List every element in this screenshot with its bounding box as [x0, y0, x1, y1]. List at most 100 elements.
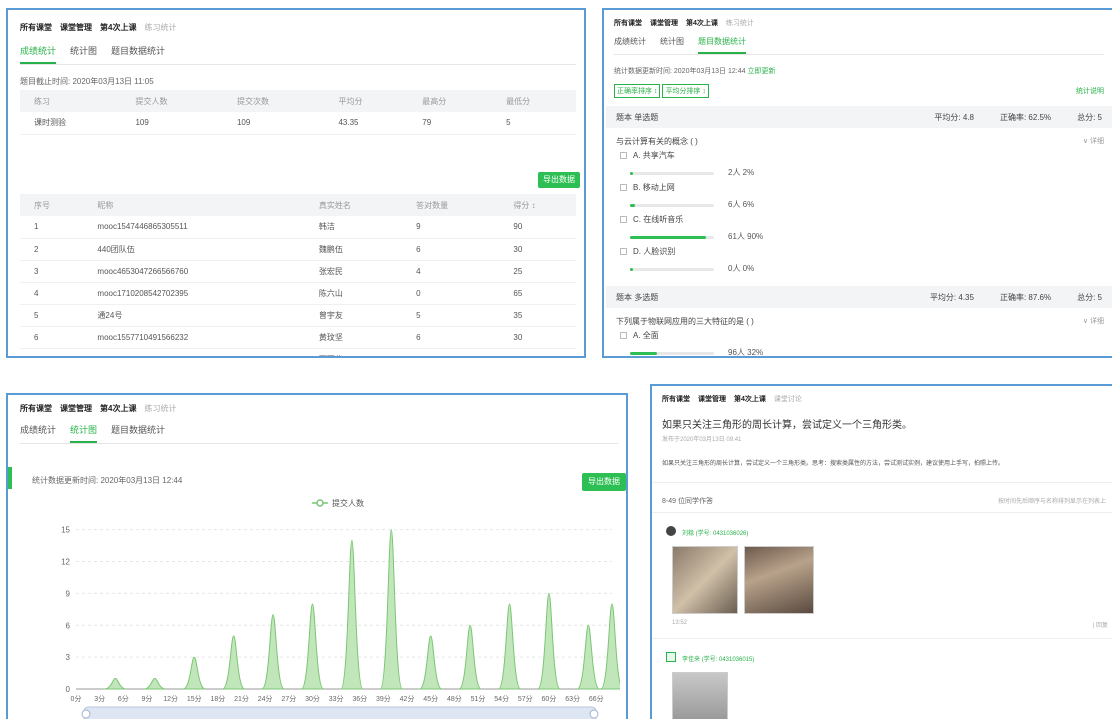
tab-score-stats[interactable]: 成绩统计 — [20, 423, 56, 443]
crumb-lesson[interactable]: 第4次上课 — [100, 403, 136, 414]
tab-chart[interactable]: 统计图 — [70, 44, 97, 64]
table-cell: 黄玟坚 — [304, 326, 403, 349]
reply-user-1[interactable]: 刘稳 (学号: 0431036026) — [682, 528, 748, 537]
chart-legend[interactable]: 提交人数 — [312, 498, 364, 508]
avatar[interactable] — [666, 652, 676, 662]
crumb-class-manage[interactable]: 课堂管理 — [60, 22, 92, 33]
series-peak-20分[interactable] — [222, 635, 246, 690]
series-peak-5分[interactable] — [104, 677, 127, 690]
export-button[interactable]: 导出数据 — [538, 172, 580, 188]
tab-chart[interactable]: 统计图 — [660, 36, 684, 54]
table-row: 2 440团队伍 魏鹏伍 6 30 — [20, 238, 576, 261]
sort-by-accuracy[interactable]: 正确率排序 ↕ — [614, 84, 661, 98]
series-peak-35分[interactable] — [340, 539, 364, 690]
series-peak-30分[interactable] — [300, 603, 324, 690]
sort-hint: 按时间先后顺序与名称排列显示在列表上 — [997, 499, 1106, 505]
cell: 79 — [408, 112, 493, 135]
table-row: 1 mooc1547446865305511 韩洁 9 90 — [20, 216, 576, 239]
series-peak-40分[interactable] — [379, 529, 403, 690]
chart-panel: 所有课堂 课堂管理 第4次上课 练习统计 成绩统计 统计图 题目数据统计 统计数… — [6, 393, 628, 719]
col-submit-people: 提交人数 — [121, 90, 223, 112]
question-type: 题本 单选题 — [616, 112, 659, 122]
crumb-current: 练习统计 — [144, 404, 177, 413]
crumb-lesson[interactable]: 第4次上课 — [734, 394, 766, 404]
x-tick-label: 63分 — [565, 694, 580, 703]
option-item: C. 在线听音乐 61人 90% — [604, 214, 1104, 246]
crumb-lesson[interactable]: 第4次上课 — [686, 18, 718, 28]
score-distribution-chart: 提交人数 0 3 6 9 12 15 0分 3分 6分 9分 12分 15分 18分 21分 24分 27分… — [61, 498, 620, 719]
reply-user-2[interactable]: 李佳来 (学号: 0431036015) — [682, 654, 754, 663]
series-peak-60分[interactable] — [537, 592, 561, 690]
option-item: A. 全面 96人 32% — [604, 330, 1104, 357]
crumb-class-manage[interactable]: 课堂管理 — [60, 403, 92, 414]
series-peak-15分[interactable] — [182, 656, 206, 690]
tab-bar: 成绩统计 统计图 题目数据统计 — [20, 44, 576, 65]
reply-image-3[interactable] — [672, 672, 728, 719]
reply-button[interactable]: | 回复 — [1093, 620, 1108, 629]
col-min: 最低分 — [492, 90, 576, 112]
series-peak-55分[interactable] — [498, 603, 522, 690]
sort-by-average[interactable]: 平均分排序 ↕ — [662, 84, 709, 98]
col-max: 最高分 — [408, 90, 493, 112]
option-label: B. 移动上网 — [633, 183, 675, 192]
question-statistics-panel: 所有课堂 课堂管理 第4次上课 练习统计 成绩统计 统计图 题目数据统计 统计数… — [602, 8, 1112, 358]
tab-score-stats[interactable]: 成绩统计 — [614, 36, 646, 54]
table-cell: mooc4653047266566760 — [83, 260, 305, 283]
table-row: 5 通24号 曾宇友 5 35 — [20, 304, 576, 327]
expand-detail-link[interactable]: ∨ 详细 — [1083, 136, 1104, 146]
update-now-link[interactable]: 立即更新 — [747, 68, 775, 75]
summary-header-row: 练习 提交人数 提交次数 平均分 最高分 最低分 — [20, 90, 576, 112]
option-row: C. 在线听音乐 — [620, 214, 1104, 225]
table-cell: 6 — [402, 238, 500, 261]
avatar[interactable] — [666, 526, 676, 536]
x-tick-label: 60分 — [542, 694, 557, 703]
table-cell: mooc1494002438553130 — [83, 348, 305, 356]
question-2-options: A. 全面 96人 32% — [604, 330, 1104, 357]
crumb-lesson[interactable]: 第4次上课 — [100, 22, 136, 33]
tab-score-stats[interactable]: 成绩统计 — [20, 44, 57, 64]
tab-chart[interactable]: 统计图 — [70, 423, 98, 443]
reply-image-2[interactable] — [744, 546, 814, 614]
option-progress-row: 2人 2% — [604, 167, 1104, 178]
option-stat: 96人 32% — [728, 348, 764, 357]
crumb-all-classes[interactable]: 所有课堂 — [20, 22, 52, 33]
reply-image-1[interactable] — [672, 546, 738, 614]
zoom-handle-left[interactable] — [81, 709, 91, 719]
option-row: B. 移动上网 — [620, 182, 1104, 193]
series-peak-10分[interactable] — [143, 677, 166, 690]
table-cell: 魏鹏伍 — [304, 238, 403, 261]
series-peak-70分[interactable] — [600, 603, 620, 690]
option-row: D. 人脸识别 — [620, 246, 1104, 257]
discussion-description: 如果只关注三角形的周长计算，尝试定义一个三角形类。思考：搜索类属性的方法，尝试测… — [662, 461, 1005, 467]
tab-question-stats[interactable]: 题目数据统计 — [111, 423, 165, 443]
option-progress-bar — [630, 172, 714, 175]
crumb-class-manage[interactable]: 课堂管理 — [698, 394, 726, 404]
series-peak-25分[interactable] — [261, 614, 285, 690]
question-2-header: 题本 多选题 平均分: 4.35 正确率: 87.6% 总分: 5 — [606, 286, 1112, 308]
cell: 43.35 — [324, 112, 409, 135]
crumb-class-manage[interactable]: 课堂管理 — [650, 18, 678, 28]
table-cell: 25 — [499, 260, 576, 283]
crumb-all-classes[interactable]: 所有课堂 — [20, 403, 52, 414]
tab-question-stats[interactable]: 题目数据统计 — [111, 44, 165, 64]
update-time-text: 统计数据更新时间: 2020年03月13日 12:44 — [614, 68, 746, 75]
stats-help-link[interactable]: 统计说明 — [1076, 86, 1104, 96]
col-exercise: 练习 — [20, 90, 122, 112]
crumb-all-classes[interactable]: 所有课堂 — [662, 394, 690, 404]
tab-question-stats[interactable]: 题目数据统计 — [698, 36, 746, 54]
table-cell: 4 — [402, 260, 500, 283]
score-statistics-panel: 所有课堂 课堂管理 第4次上课 练习统计 成绩统计 统计图 题目数据统计 题目截… — [6, 8, 586, 358]
option-progress-bar — [630, 352, 714, 355]
option-stat: 61人 90% — [728, 232, 764, 241]
table-cell: 覃丽华 — [304, 348, 403, 356]
crumb-all-classes[interactable]: 所有课堂 — [614, 18, 642, 28]
y-tick-label: 6 — [66, 621, 71, 630]
zoom-handle-right[interactable] — [589, 709, 599, 719]
chart-zoom-slider[interactable] — [83, 706, 597, 719]
x-tick-label: 45分 — [423, 694, 438, 703]
divider — [652, 512, 1112, 513]
col-score-sort[interactable]: 得分 ↕ — [499, 194, 576, 216]
series-peak-45分[interactable] — [419, 635, 443, 690]
expand-detail-link[interactable]: ∨ 详细 — [1083, 316, 1104, 326]
table-cell: 7 — [20, 348, 84, 356]
